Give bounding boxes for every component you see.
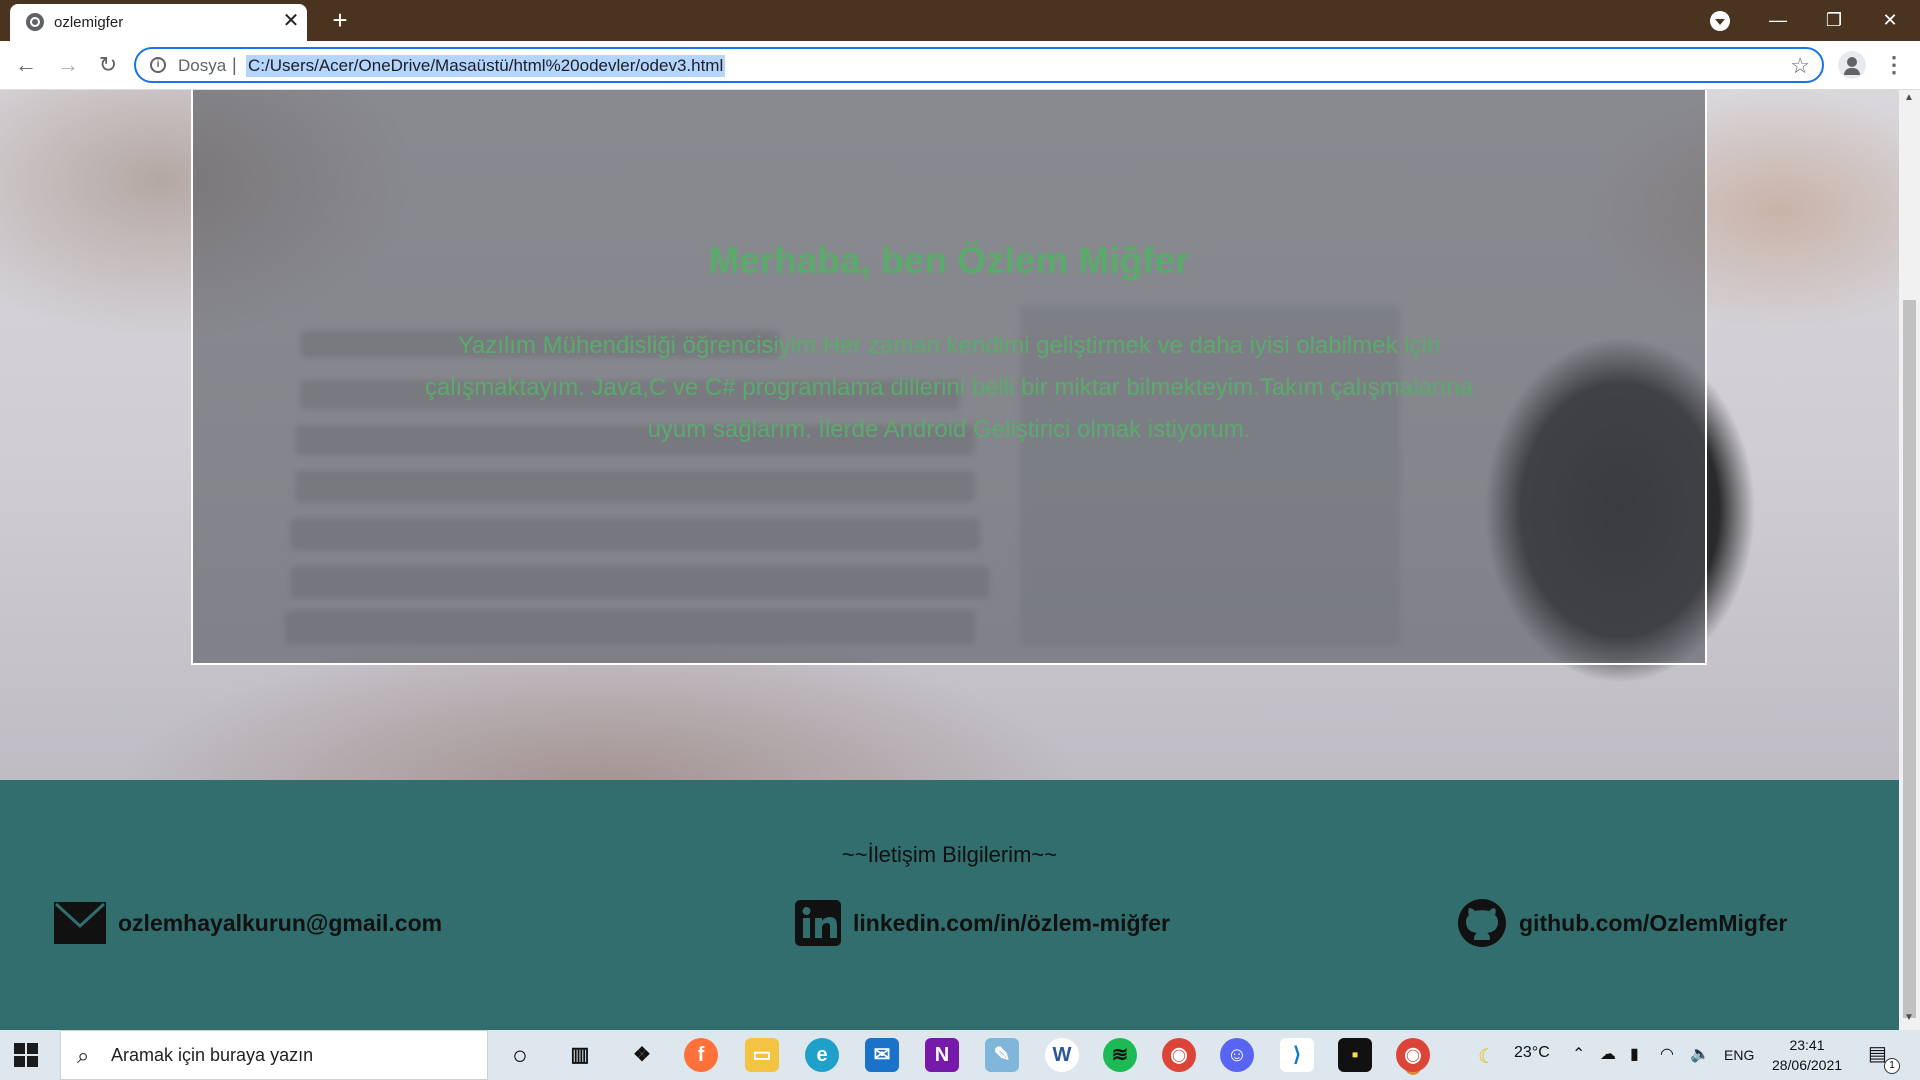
reload-icon[interactable]: ↻ <box>92 49 124 81</box>
search-icon: ⌕ <box>77 1043 90 1068</box>
word-icon[interactable]: W <box>1045 1038 1079 1072</box>
tab-close-button[interactable]: ✕ <box>280 10 302 32</box>
wifi-icon[interactable]: ◠ <box>1660 1044 1674 1064</box>
github-icon <box>1458 899 1506 947</box>
file-explorer-icon[interactable]: ▭ <box>745 1038 779 1072</box>
scroll-down-icon[interactable]: ▼ <box>1904 1012 1914 1023</box>
dropbox-icon[interactable]: ❖ <box>625 1038 659 1072</box>
notepad-icon[interactable]: ✎ <box>985 1038 1019 1072</box>
web-page: Merhaba, ben Özlem Miğfer Yazılım Mühend… <box>0 90 1899 1030</box>
close-window-button[interactable]: ✕ <box>1862 0 1918 41</box>
windows-start-icon[interactable] <box>14 1043 38 1067</box>
sticky-notes-icon[interactable]: ▪ <box>1338 1038 1372 1072</box>
scrollbar-thumb[interactable] <box>1903 300 1916 1018</box>
task-view-icon[interactable]: ▥ <box>563 1038 597 1072</box>
bookmark-star-icon[interactable]: ☆ <box>1790 53 1810 79</box>
linkedin-text[interactable]: linkedin.com/in/özlem-miğfer <box>853 910 1170 937</box>
notification-badge: 1 <box>1884 1058 1900 1074</box>
vscode-icon[interactable]: ⟩ <box>1280 1038 1314 1072</box>
page-scrollbar[interactable]: ▲ ▼ <box>1899 90 1920 1030</box>
info-icon[interactable]: i <box>150 57 166 73</box>
linkedin-icon <box>795 900 841 946</box>
globe-icon <box>26 13 44 31</box>
back-arrow-icon[interactable]: ← <box>10 49 42 81</box>
clock-date: 28/06/2021 <box>1771 1057 1843 1073</box>
footer-title: ~~İletişim Bilgilerim~~ <box>841 842 1058 867</box>
chevron-up-icon[interactable]: ⌃ <box>1572 1044 1585 1064</box>
search-placeholder: Aramak için buraya yazın <box>111 1045 314 1065</box>
weather-text[interactable]: 23°C <box>1514 1044 1550 1062</box>
github-contact[interactable]: github.com/OzlemMigfer <box>1457 898 1787 948</box>
taskbar-search-box[interactable]: ⌕ Aramak için buraya yazın <box>60 1030 488 1080</box>
restore-button[interactable]: ❐ <box>1806 0 1862 41</box>
cortana-icon[interactable]: ○ <box>503 1038 537 1072</box>
tab-title: ozlemigfer <box>54 14 124 31</box>
contact-footer: ~~İletişim Bilgilerim~~ ozlemhayalkurun@… <box>0 780 1899 1030</box>
clock-time: 23:41 <box>1789 1037 1825 1053</box>
taskbar-clock[interactable]: 23:41 28/06/2021 <box>1762 1035 1852 1075</box>
email-contact[interactable]: ozlemhayalkurun@gmail.com <box>54 898 442 948</box>
kebab-menu-icon[interactable]: ⋮ <box>1882 51 1906 79</box>
email-text[interactable]: ozlemhayalkurun@gmail.com <box>118 910 442 937</box>
linkedin-contact[interactable]: linkedin.com/in/özlem-miğfer <box>795 898 1170 948</box>
separator: | <box>232 55 237 75</box>
minimize-button[interactable]: — <box>1750 0 1806 41</box>
chrome-icon[interactable]: ◉ <box>1162 1038 1196 1072</box>
scheme-label: Dosya <box>178 56 227 75</box>
onedrive-icon[interactable]: ☁ <box>1600 1044 1616 1064</box>
forward-arrow-icon[interactable]: → <box>52 49 84 81</box>
tab-search-icon[interactable] <box>1710 11 1730 31</box>
mail-app-icon[interactable]: ✉ <box>865 1038 899 1072</box>
github-text[interactable]: github.com/OzlemMigfer <box>1519 910 1787 937</box>
page-heading: Merhaba, ben Özlem Miğfer <box>708 240 1190 281</box>
edge-icon[interactable]: e <box>805 1038 839 1072</box>
volume-icon[interactable]: 🔈 <box>1690 1044 1710 1064</box>
discord-icon[interactable]: ☺ <box>1220 1038 1254 1072</box>
moon-icon: ☾ <box>1478 1046 1496 1068</box>
intro-paragraph: Yazılım Mühendisliği öğrencisiyim.Her za… <box>424 332 1474 443</box>
language-indicator[interactable]: ENG <box>1724 1047 1754 1063</box>
intro-card: Merhaba, ben Özlem Miğfer Yazılım Mühend… <box>191 90 1707 665</box>
new-tab-button[interactable]: + <box>324 4 356 36</box>
profile-avatar-icon[interactable] <box>1838 51 1866 79</box>
url-text[interactable]: C:/Users/Acer/OneDrive/Masaüstü/html%20o… <box>246 55 726 77</box>
browser-tab[interactable]: ozlemigfer ✕ <box>10 4 307 41</box>
address-bar[interactable]: i Dosya | C:/Users/Acer/OneDrive/Masaüst… <box>134 47 1824 83</box>
mail-icon <box>54 902 106 944</box>
onenote-icon[interactable]: N <box>925 1038 959 1072</box>
spotify-icon[interactable]: ≋ <box>1103 1038 1137 1072</box>
chrome-active-icon[interactable]: ◉ <box>1396 1038 1430 1072</box>
battery-icon[interactable]: ▮ <box>1630 1044 1639 1064</box>
scroll-up-icon[interactable]: ▲ <box>1904 92 1914 103</box>
firefox-icon[interactable]: f <box>684 1038 718 1072</box>
